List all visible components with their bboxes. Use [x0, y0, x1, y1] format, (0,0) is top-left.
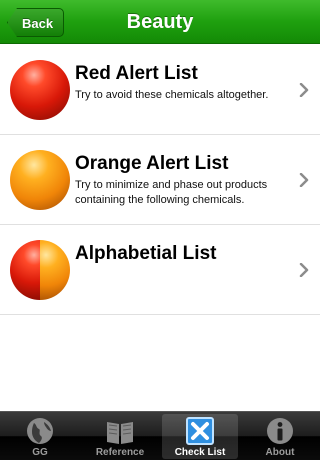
navigation-bar: Back Beauty — [0, 0, 320, 44]
tab-reference[interactable]: Reference — [82, 414, 158, 459]
page-title: Beauty — [126, 11, 194, 33]
chevron-right-icon — [299, 173, 309, 187]
tab-gg[interactable]: GG — [2, 414, 78, 459]
list-item-title: Alphabetial List — [75, 243, 217, 264]
tab-label: GG — [32, 447, 48, 458]
book-icon — [107, 422, 133, 444]
list-item-title: Red Alert List — [75, 63, 198, 84]
check-list: Red Alert List Try to avoid these chemic… — [0, 45, 320, 315]
list-item-subtitle: Try to avoid these chemicals altogether. — [75, 89, 269, 101]
chevron-right-icon — [299, 263, 309, 277]
list-item-red-alert[interactable]: Red Alert List Try to avoid these chemic… — [0, 45, 320, 135]
globe-icon — [27, 418, 53, 444]
tab-label: About — [265, 447, 295, 458]
tab-label: Reference — [95, 447, 145, 458]
orange-ball-icon — [10, 150, 70, 210]
tab-about[interactable]: About — [242, 414, 318, 459]
chevron-right-icon — [299, 83, 309, 97]
red-ball-icon — [10, 60, 70, 120]
list-item-title: Orange Alert List — [75, 153, 229, 174]
checkbox-x-icon — [186, 417, 214, 445]
tab-bar: GG Reference Check List About — [0, 411, 320, 460]
tab-check-list[interactable]: Check List — [162, 414, 238, 459]
list-item-alphabetical[interactable]: Alphabetial List — [0, 225, 320, 315]
info-icon — [267, 418, 293, 444]
list-item-orange-alert[interactable]: Orange Alert List Try to minimize and ph… — [0, 135, 320, 225]
tab-label: Check List — [174, 447, 226, 458]
red-orange-ball-icon — [10, 240, 70, 300]
list-item-subtitle: Try to minimize and phase out products c… — [75, 179, 268, 206]
